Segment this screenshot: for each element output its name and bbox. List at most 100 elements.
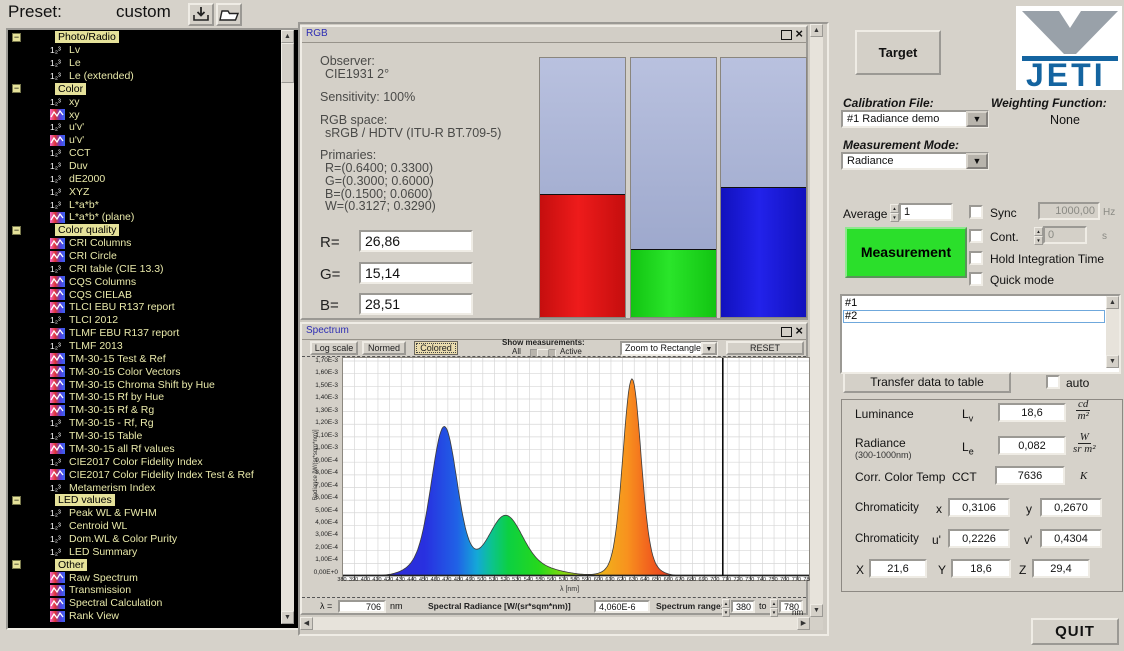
spin-down-icon[interactable]: ▼ (1034, 236, 1043, 245)
tree-item-label[interactable]: CIE2017 Color Fidelity Index (69, 456, 203, 468)
tree-item-label[interactable]: CCT (69, 147, 91, 159)
tree-item-label[interactable]: TM-30-15 Color Vectors (69, 366, 180, 378)
collapse-minus-icon[interactable]: − (12, 226, 21, 235)
tree-item-label[interactable]: TLMF 2013 (69, 340, 123, 352)
chevron-down-icon[interactable]: ▼ (701, 342, 717, 355)
tree-item-label[interactable]: Dom.WL & Color Purity (69, 533, 177, 545)
tree-item-label[interactable]: TLCI EBU R137 report (69, 301, 175, 313)
cont-spinner[interactable]: ▲▼ (1034, 227, 1043, 244)
tree-item[interactable]: CQS Columns (8, 275, 281, 288)
y-tristimulus-field[interactable]: 18,6 (951, 559, 1011, 578)
spin-up-icon[interactable]: ▲ (890, 204, 899, 213)
average-spinner[interactable]: ▲▼ (890, 204, 899, 221)
scroll-down-icon[interactable]: ▼ (810, 604, 823, 617)
tree-item-label[interactable]: Spectral Calculation (69, 597, 162, 609)
tree-category[interactable]: −Photo/Radio (8, 31, 281, 44)
tree-item-label[interactable]: CRI table (CIE 13.3) (69, 263, 164, 275)
tree-item[interactable]: 1₂³CCT (8, 147, 281, 160)
spin-up-icon[interactable]: ▲ (770, 599, 778, 608)
tree-item[interactable]: 1₂³CIE2017 Color Fidelity Index (8, 455, 281, 468)
zoom-mode-dropdown[interactable]: Zoom to Rectangle ▼ (620, 341, 718, 356)
scroll-left-icon[interactable]: ◀ (300, 617, 313, 630)
tree-category-label[interactable]: Other (55, 559, 87, 571)
tree-item[interactable]: TLCI EBU R137 report (8, 301, 281, 314)
scroll-down-icon[interactable]: ▼ (1106, 355, 1119, 368)
hold-integration-checkbox[interactable] (969, 251, 983, 265)
tree-item[interactable]: 1₂³Lv (8, 44, 281, 57)
tree-item-label[interactable]: CRI Columns (69, 237, 131, 249)
range-from-field[interactable]: 380 (731, 600, 755, 613)
tree-item-label[interactable]: u'v' (69, 121, 84, 133)
tree-item[interactable]: TLMF EBU R137 report (8, 327, 281, 340)
tree-item-label[interactable]: TM-30-15 Chroma Shift by Hue (69, 379, 215, 391)
tree-item-label[interactable]: TM-30-15 Test & Ref (69, 353, 166, 365)
sync-checkbox[interactable] (969, 205, 983, 219)
spectral-radiance-field[interactable]: 4,060E-6 (594, 600, 650, 613)
tree-item[interactable]: 1₂³XYZ (8, 185, 281, 198)
calibration-file-dropdown[interactable]: #1 Radiance demo ▼ (841, 110, 989, 128)
lambda-field[interactable]: 706 (338, 600, 386, 613)
tree-item[interactable]: TM-30-15 Rf & Rg (8, 404, 281, 417)
radiance-field[interactable]: 0,082 (998, 436, 1066, 455)
tree-item-label[interactable]: Le (69, 57, 81, 69)
tree-item-label[interactable]: TM-30-15 Table (69, 430, 142, 442)
measurement-listbox[interactable]: #1#2 ▲ ▼ (840, 294, 1121, 374)
spin-up-icon[interactable]: ▲ (1034, 227, 1043, 236)
tree-item[interactable]: xy (8, 108, 281, 121)
spin-down-icon[interactable]: ▼ (770, 608, 778, 617)
tree-item[interactable]: 1₂³Centroid WL (8, 520, 281, 533)
g-value-field[interactable]: 15,14 (359, 262, 473, 284)
tree-item-label[interactable]: CQS CIELAB (69, 289, 132, 301)
tree-scrollbar[interactable]: ▲ ▼ (281, 30, 294, 624)
maximize-icon[interactable] (781, 327, 792, 337)
tree-item-label[interactable]: LED Summary (69, 546, 137, 558)
tree-item-label[interactable]: TM-30-15 Rf & Rg (69, 404, 154, 416)
tree-item-label[interactable]: TM-30-15 Rf by Hue (69, 391, 164, 403)
tree-item[interactable]: L*a*b* (plane) (8, 211, 281, 224)
chromaticity-y-field[interactable]: 0,2670 (1040, 498, 1102, 517)
spin-up-icon[interactable]: ▲ (722, 599, 730, 608)
x-tristimulus-field[interactable]: 21,6 (869, 559, 927, 578)
tree-item-label[interactable]: CRI Circle (69, 250, 117, 262)
normed-button[interactable]: Normed (362, 341, 406, 355)
preset-save-button[interactable] (188, 3, 214, 26)
reset-button[interactable]: RESET (726, 341, 804, 355)
cont-checkbox[interactable] (969, 229, 983, 243)
spectrum-plot[interactable] (342, 357, 810, 581)
spin-down-icon[interactable]: ▼ (890, 213, 899, 222)
collapse-minus-icon[interactable]: − (12, 560, 21, 569)
tree-item-label[interactable]: xy (69, 109, 80, 121)
quit-button[interactable]: QUIT (1031, 618, 1119, 645)
tree-item[interactable]: Spectral Calculation (8, 597, 281, 610)
tree-item[interactable]: 1₂³xy (8, 95, 281, 108)
tree-item[interactable]: 1₂³dE2000 (8, 172, 281, 185)
tree-item[interactable]: TM-30-15 all Rf values (8, 443, 281, 456)
tree-item[interactable]: TM-30-15 Chroma Shift by Hue (8, 378, 281, 391)
tree-item[interactable]: CRI Columns (8, 237, 281, 250)
scroll-up-icon[interactable]: ▲ (281, 30, 294, 43)
tree-category[interactable]: −Color (8, 82, 281, 95)
tree-item-label[interactable]: Le (extended) (69, 70, 134, 82)
chevron-down-icon[interactable]: ▼ (966, 153, 988, 169)
tree-category[interactable]: −Color quality (8, 224, 281, 237)
collapse-minus-icon[interactable]: − (12, 496, 21, 505)
chromaticity-x-field[interactable]: 0,3106 (948, 498, 1010, 517)
collapse-minus-icon[interactable]: − (12, 84, 21, 93)
tree-item[interactable]: 1₂³TLMF 2013 (8, 340, 281, 353)
tree-item-label[interactable]: Peak WL & FWHM (69, 507, 157, 519)
close-icon[interactable]: × (795, 27, 803, 41)
tree-item[interactable]: CIE2017 Color Fidelity Index Test & Ref (8, 468, 281, 481)
tree-item-label[interactable]: TM-30-15 all Rf values (69, 443, 175, 455)
rgb-titlebar[interactable]: RGB × (302, 27, 806, 43)
cct-field[interactable]: 7636 (995, 466, 1065, 485)
quick-mode-checkbox[interactable] (969, 272, 983, 286)
average-field[interactable]: 1 (899, 203, 953, 221)
tree-item-label[interactable]: dE2000 (69, 173, 105, 185)
tree-item[interactable]: 1₂³TLCI 2012 (8, 314, 281, 327)
mdi-vertical-scrollbar[interactable]: ▲ ▼ (810, 24, 823, 617)
tree-item[interactable]: 1₂³TM-30-15 Table (8, 430, 281, 443)
tree-item-label[interactable]: Lv (69, 44, 80, 56)
scroll-up-icon[interactable]: ▲ (1106, 296, 1119, 309)
range-to-spinner[interactable]: ▲▼ (770, 599, 778, 613)
tree-category[interactable]: − Other (8, 558, 281, 571)
